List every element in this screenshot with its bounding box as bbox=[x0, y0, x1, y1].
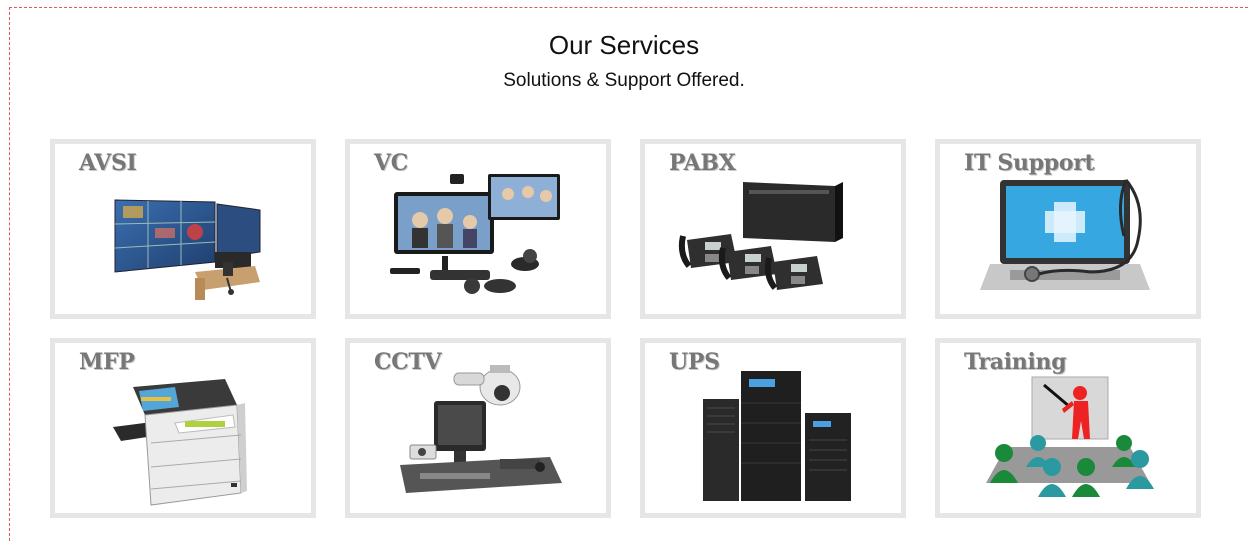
service-card-avsi[interactable]: AVSI bbox=[50, 139, 316, 319]
service-card-pabx[interactable]: PABX bbox=[640, 139, 906, 319]
service-label: PABX bbox=[669, 150, 736, 176]
service-label: VC bbox=[374, 150, 408, 176]
service-card-training[interactable]: Training bbox=[935, 338, 1201, 518]
service-label: IT Support bbox=[964, 150, 1095, 176]
service-label: MFP bbox=[79, 349, 135, 375]
services-grid: AVSI VC PABX IT Support MFP CCTV UPS Tra… bbox=[50, 139, 1210, 519]
service-card-cctv[interactable]: CCTV bbox=[345, 338, 611, 518]
page-subtitle: Solutions & Support Offered. bbox=[503, 70, 745, 91]
service-card-mfp[interactable]: MFP bbox=[50, 338, 316, 518]
service-label: CCTV bbox=[374, 349, 442, 375]
service-card-vc[interactable]: VC bbox=[345, 139, 611, 319]
service-label: UPS bbox=[669, 349, 720, 375]
service-card-it-support[interactable]: IT Support bbox=[935, 139, 1201, 319]
service-label: AVSI bbox=[79, 150, 137, 176]
page-title: Our Services bbox=[548, 30, 700, 60]
service-label: Training bbox=[964, 349, 1067, 375]
service-card-ups[interactable]: UPS bbox=[640, 338, 906, 518]
